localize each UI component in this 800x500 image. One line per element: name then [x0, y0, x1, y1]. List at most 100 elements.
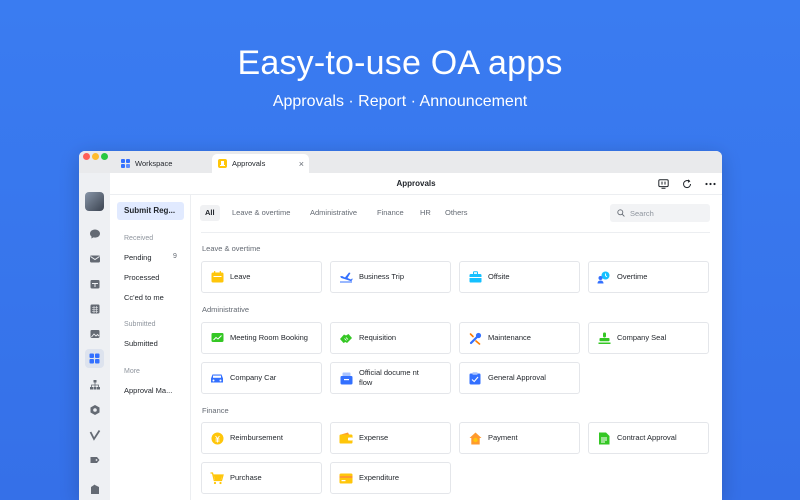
tab-workspace[interactable]: Workspace: [115, 154, 212, 173]
search-input[interactable]: [630, 208, 700, 218]
section-administrative: Administrative: [202, 305, 250, 314]
page-title: Approvals: [396, 179, 436, 188]
app-window: Workspace Approvals × Approvals Submit R…: [79, 151, 722, 500]
presentation-icon: [210, 331, 224, 345]
image-icon[interactable]: [88, 327, 101, 340]
card-reimbursement-label: Reimbursement: [230, 433, 283, 442]
page-header: Approvals: [110, 173, 722, 195]
card-contract-approval-label: Contract Approval: [617, 433, 677, 442]
contract-icon: [597, 431, 611, 445]
card-maintenance[interactable]: Maintenance: [459, 322, 580, 354]
close-window-button[interactable]: [83, 153, 90, 160]
submitted-heading: Submitted: [124, 321, 156, 328]
card-business-trip[interactable]: Business Trip: [330, 261, 451, 293]
card-purchase[interactable]: Purchase: [201, 462, 322, 494]
card-general-approval-label: General Approval: [488, 373, 546, 382]
airplane-icon: [339, 270, 353, 284]
card-expense-label: Expense: [359, 433, 389, 442]
section-finance: Finance: [202, 406, 229, 415]
card-offsite-label: Offsite: [488, 272, 510, 281]
card-purchase-label: Purchase: [230, 473, 262, 482]
card-reimbursement[interactable]: Reimbursement: [201, 422, 322, 454]
pending-count-badge: 9: [173, 253, 177, 260]
received-heading: Received: [124, 235, 154, 242]
sidebar-item-approval-manage[interactable]: Approval Ma...: [124, 386, 172, 395]
card-meeting-room[interactable]: Meeting Room Booking: [201, 322, 322, 354]
calendar-icon: [210, 270, 224, 284]
briefcase-icon: [468, 270, 482, 284]
checklist-icon: [468, 371, 482, 385]
filter-leave-overtime[interactable]: Leave & overtime: [227, 205, 295, 221]
screen-share-icon[interactable]: [657, 178, 669, 190]
okr-icon[interactable]: [88, 428, 101, 441]
avatar[interactable]: [85, 192, 104, 211]
chat-icon[interactable]: [88, 227, 101, 240]
search-box: [610, 204, 710, 222]
calendar-icon[interactable]: [88, 277, 101, 290]
tab-approvals-label: Approvals: [232, 159, 266, 168]
card-payment[interactable]: Payment: [459, 422, 580, 454]
hero-subtitle: Approvals · Report · Announcement: [272, 93, 528, 110]
card-meeting-room-label: Meeting Room Booking: [230, 333, 308, 342]
filter-others[interactable]: Others: [440, 205, 473, 221]
overtime-icon: [597, 270, 611, 284]
card-company-car[interactable]: Company Car: [201, 362, 322, 394]
sidebar-item-processed[interactable]: Processed: [124, 273, 159, 282]
docs-icon[interactable]: [88, 302, 101, 315]
cart-icon: [210, 471, 224, 485]
card-requisition-label: Requisition: [359, 333, 397, 342]
approvals-sidebar: Submit Reg... Received Pending 9 Process…: [110, 195, 191, 500]
more-icon[interactable]: [704, 178, 716, 190]
sidebar-item-pending[interactable]: Pending: [124, 253, 152, 262]
filter-administrative[interactable]: Administrative: [305, 205, 362, 221]
filter-all[interactable]: All: [200, 205, 220, 221]
stamp-icon: [597, 331, 611, 345]
wallet-icon: [339, 431, 353, 445]
building-icon[interactable]: [88, 482, 101, 495]
card-official-document[interactable]: Official docume nt flow: [330, 362, 451, 394]
card-company-car-label: Company Car: [230, 373, 277, 382]
card-payment-icon: [339, 471, 353, 485]
card-expense[interactable]: Expense: [330, 422, 451, 454]
card-overtime-label: Overtime: [617, 272, 648, 281]
coin-icon: [210, 431, 224, 445]
filter-hr[interactable]: HR: [415, 205, 436, 221]
more-heading: More: [124, 368, 140, 375]
approval-icon: [218, 159, 227, 168]
filter-finance[interactable]: Finance: [372, 205, 409, 221]
submit-request-button[interactable]: Submit Reg...: [117, 202, 184, 220]
hexagon-app-icon[interactable]: [88, 403, 101, 416]
card-business-trip-label: Business Trip: [359, 272, 405, 281]
card-expenditure[interactable]: Expenditure: [330, 462, 451, 494]
card-overtime[interactable]: Overtime: [588, 261, 709, 293]
card-leave-label: Leave: [230, 272, 251, 281]
car-icon: [210, 371, 224, 385]
card-expenditure-label: Expenditure: [359, 473, 400, 482]
refresh-icon[interactable]: [681, 178, 693, 190]
card-official-document-label: Official docume nt flow: [359, 368, 419, 387]
card-contract-approval[interactable]: Contract Approval: [588, 422, 709, 454]
handshake-icon: [339, 331, 353, 345]
card-general-approval[interactable]: General Approval: [459, 362, 580, 394]
tab-approvals[interactable]: Approvals ×: [212, 154, 309, 173]
tag-icon[interactable]: [88, 453, 101, 466]
card-offsite[interactable]: Offsite: [459, 261, 580, 293]
hero-title: Easy-to-use OA apps: [237, 44, 563, 82]
zoom-window-button[interactable]: [101, 153, 108, 160]
workspace-icon[interactable]: [85, 349, 104, 368]
tab-bar: Workspace Approvals ×: [79, 151, 722, 173]
sidebar-item-submitted[interactable]: Submitted: [124, 339, 158, 348]
search-icon: [617, 204, 625, 222]
card-maintenance-label: Maintenance: [488, 333, 531, 342]
sidebar-item-cced[interactable]: Cc'ed to me: [124, 293, 164, 302]
grid-icon: [121, 159, 130, 168]
house-coin-icon: [468, 431, 482, 445]
close-tab-icon[interactable]: ×: [299, 159, 304, 169]
main-content: All Leave & overtime Administrative Fina…: [191, 195, 722, 500]
card-company-seal[interactable]: Company Seal: [588, 322, 709, 354]
card-leave[interactable]: Leave: [201, 261, 322, 293]
card-requisition[interactable]: Requisition: [330, 322, 451, 354]
mail-icon[interactable]: [88, 252, 101, 265]
org-chart-icon[interactable]: [88, 378, 101, 391]
minimize-window-button[interactable]: [92, 153, 99, 160]
